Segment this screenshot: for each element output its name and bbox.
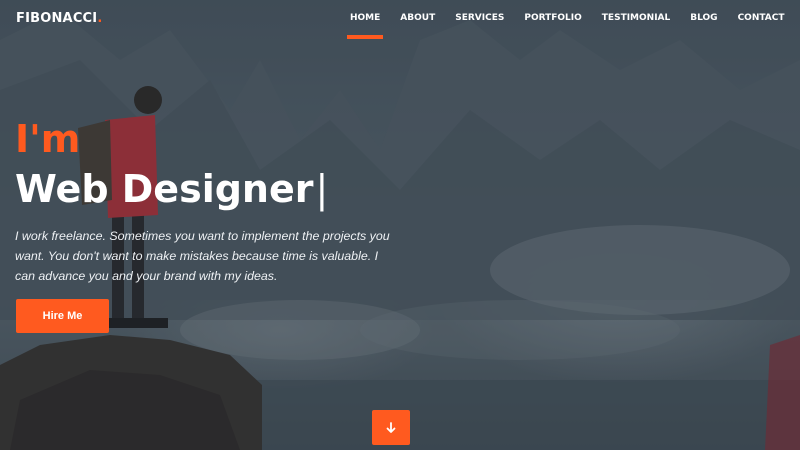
hero-section: FIBONACCI. HOME ABOUT SERVICES PORTFOLIO… (0, 0, 800, 450)
nav-blog[interactable]: BLOG (680, 0, 727, 40)
arrow-down-icon (386, 421, 396, 433)
hero-title: Web Designer (15, 167, 314, 211)
main-nav: HOME ABOUT SERVICES PORTFOLIO TESTIMONIA… (340, 0, 795, 40)
hire-me-button[interactable]: Hire Me (16, 299, 109, 333)
scroll-down-button[interactable] (372, 410, 410, 445)
hero-intro: I'm (15, 117, 81, 161)
typing-cursor: | (315, 167, 329, 211)
hero-description: I work freelance. Sometimes you want to … (15, 229, 390, 283)
nav-about[interactable]: ABOUT (390, 0, 445, 40)
site-logo[interactable]: FIBONACCI. (16, 11, 102, 26)
hero-title-line: Web Designer| (15, 166, 328, 212)
nav-home[interactable]: HOME (340, 0, 390, 40)
dark-overlay (0, 0, 800, 450)
nav-contact[interactable]: CONTACT (728, 0, 795, 40)
nav-portfolio[interactable]: PORTFOLIO (514, 0, 591, 40)
logo-text: FIBONACCI (16, 11, 98, 26)
logo-dot: . (97, 11, 103, 26)
nav-testimonial[interactable]: TESTIMONIAL (592, 0, 680, 40)
nav-services[interactable]: SERVICES (445, 0, 514, 40)
